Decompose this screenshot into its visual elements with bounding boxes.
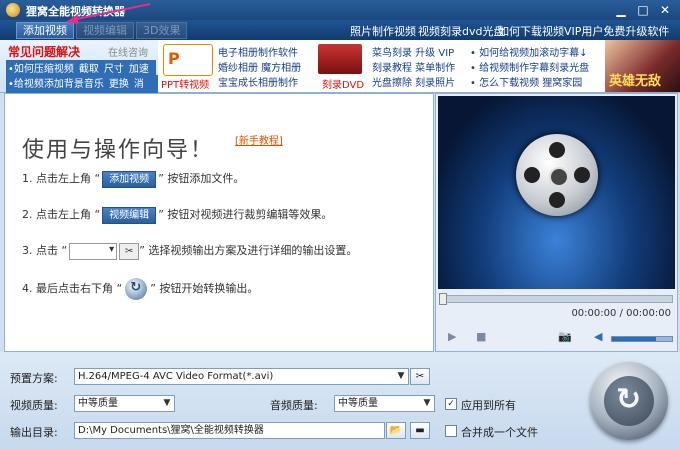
edit-video-button[interactable]: 视频编辑 — [76, 22, 134, 39]
video-quality-select[interactable]: 中等质量 ▼ — [74, 395, 175, 412]
audio-quality-label: 音频质量: — [270, 399, 318, 412]
tip-link-3[interactable]: • 怎么下载视频 狸窝家园 — [470, 74, 582, 89]
snapshot-icon[interactable]: 📷 — [558, 330, 572, 343]
app-logo-icon — [6, 3, 20, 17]
ppt-icon[interactable]: P — [163, 44, 213, 76]
add-video-button[interactable]: 添加视频 — [16, 22, 74, 39]
burn-link-1[interactable]: 菜鸟刻录 升级 VIP — [372, 44, 454, 59]
faq-link[interactable]: 更换 — [109, 79, 129, 90]
settings-tool-icon: ✂ — [119, 242, 140, 260]
chevron-down-icon: ▼ — [397, 371, 405, 381]
chevron-down-icon: ▼ — [423, 398, 431, 408]
merge-label: 合并成一个文件 — [461, 426, 538, 439]
tip-link-2[interactable]: • 给视频制作字幕刻录光盘 — [470, 59, 589, 74]
promo-banner: 常见问题解决 在线咨询 •如何压缩视频截取尺寸加速 •给视频添加背景音乐更换消音… — [0, 40, 680, 105]
seek-handle[interactable] — [439, 293, 447, 305]
preset-label: 预置方案: — [10, 372, 58, 385]
faq-link[interactable]: •给视频添加背景音乐 — [8, 79, 104, 90]
audio-quality-value: 中等质量 — [338, 398, 378, 409]
step-text: 1. 点击左上角 “ — [22, 172, 101, 185]
faq-title: 常见问题解决 — [8, 45, 81, 59]
chevron-down-icon: ▼ — [163, 398, 171, 408]
guide-step-4: 4. 最后点击右下角 “ ” 按钮开始转换输出。 — [22, 278, 258, 300]
audio-quality-select[interactable]: 中等质量 ▼ — [334, 395, 435, 412]
game-ad-image[interactable]: 英雄无敌 — [605, 40, 680, 92]
maximize-icon[interactable]: □ — [634, 2, 652, 18]
guide-heading: 使用与操作向导！ — [22, 138, 215, 163]
stop-icon[interactable]: ■ — [476, 330, 486, 343]
open-folder-icon[interactable]: ▬ — [410, 422, 430, 439]
album-link-3[interactable]: 宝宝成长相册制作 — [218, 74, 298, 89]
guide-step-3: 3. 点击 “ ✂” 选择视频输出方案及进行详细的输出设置。 — [22, 242, 357, 260]
step-text: ” 选择视频输出方案及进行详细的输出设置。 — [139, 244, 358, 257]
tip-link-1[interactable]: • 如何给视频加滚动字幕↓ — [470, 44, 587, 59]
output-dir-field[interactable]: D:\My Documents\狸窝\全能视频转换器 — [74, 422, 385, 439]
vip-upgrade-link[interactable]: VIP用户免费升级软件 — [564, 23, 669, 39]
ppt-to-video-link[interactable]: PPT转视频 — [161, 76, 209, 91]
faq-link[interactable]: 尺寸 — [104, 64, 124, 75]
faq-line-1: •如何压缩视频 截取 尺寸 加速 — [6, 60, 156, 75]
preset-sample-combo — [69, 242, 118, 260]
photo-to-video-link[interactable]: 照片制作视频 — [350, 23, 416, 39]
browse-folder-icon[interactable]: 📂 — [386, 422, 406, 439]
preset-select[interactable]: H.264/MPEG-4 AVC Video Format(*.avi) ▼ — [74, 368, 409, 385]
guide-step-2: 2. 点击左上角 “视频编辑” 按钮对视频进行裁剪编辑等效果。 — [22, 206, 332, 224]
merge-checkbox[interactable] — [445, 425, 457, 437]
preview-player: 00:00:00 / 00:00:00 ▶ ■ 📷 ◀ — [435, 93, 678, 352]
video-quality-value: 中等质量 — [78, 398, 118, 409]
burn-link-2[interactable]: 刻录教程 菜单制作 — [372, 59, 455, 74]
step-text: 4. 最后点击右下角 “ — [22, 282, 123, 295]
online-ask-link[interactable]: 在线咨询 — [108, 44, 148, 59]
pointer-arrow-icon — [66, 3, 151, 24]
apply-all-label: 应用到所有 — [461, 399, 516, 412]
guide-step-1: 1. 点击左上角 “添加视频” 按钮添加文件。 — [22, 170, 244, 188]
volume-icon[interactable]: ◀ — [594, 330, 602, 343]
edit-video-sample-button: 视频编辑 — [102, 206, 157, 224]
step-text: 3. 点击 “ — [22, 244, 68, 257]
step-text: ” 按钮开始转换输出。 — [150, 282, 259, 295]
burn-link-3[interactable]: 光盘擦除 刻录照片 — [372, 74, 455, 89]
effect-3d-button[interactable]: 3D效果 — [136, 22, 188, 39]
time-display: 00:00:00 / 00:00:00 — [571, 308, 671, 319]
ppt-icon-letter: P — [168, 49, 180, 68]
new-tutorial-link[interactable]: [新手教程] — [235, 132, 283, 147]
guide-panel: 使用与操作向导！ [新手教程] 1. 点击左上角 “添加视频” 按钮添加文件。 … — [4, 93, 434, 352]
burn-dvd-link[interactable]: 视频刻录dvd光盘 — [418, 23, 504, 39]
download-video-link[interactable]: 如何下载视频 — [498, 23, 564, 39]
step-text: ” 按钮对视频进行裁剪编辑等效果。 — [158, 208, 333, 221]
add-video-sample-button: 添加视频 — [102, 170, 157, 188]
convert-sample-icon — [125, 278, 148, 300]
minimize-icon[interactable]: ▁ — [612, 2, 630, 18]
apply-all-checkbox[interactable]: ✓ — [445, 398, 457, 410]
output-dir-value: D:\My Documents\狸窝\全能视频转换器 — [78, 425, 264, 436]
video-quality-label: 视频质量: — [10, 399, 58, 412]
output-dir-label: 输出目录: — [10, 426, 58, 439]
close-icon[interactable]: ✕ — [656, 2, 674, 18]
album-link-1[interactable]: 电子相册制作软件 — [218, 44, 298, 59]
faq-link[interactable]: 加速 — [129, 64, 149, 75]
play-icon[interactable]: ▶ — [448, 330, 456, 343]
preset-settings-button[interactable]: ✂ — [410, 368, 430, 385]
video-screen — [438, 96, 675, 289]
convert-icon: ↻ — [616, 382, 642, 417]
preset-value: H.264/MPEG-4 AVC Video Format(*.avi) — [78, 371, 274, 382]
film-reel-icon — [516, 134, 598, 216]
album-link-2[interactable]: 婚纱相册 魔方相册 — [218, 59, 301, 74]
burn-dvd-label[interactable]: 刻录DVD — [322, 76, 364, 91]
faq-panel: 常见问题解决 在线咨询 •如何压缩视频截取尺寸加速 •给视频添加背景音乐更换消音 — [0, 40, 158, 105]
faq-link[interactable]: 截取 — [79, 64, 99, 75]
dvd-icon[interactable] — [318, 44, 362, 74]
seek-bar[interactable] — [439, 293, 673, 305]
convert-button[interactable]: ↻ — [590, 362, 668, 440]
game-ad-text: 英雄无敌 — [609, 74, 662, 89]
faq-link[interactable]: •如何压缩视频 — [8, 64, 74, 75]
output-settings: 预置方案: H.264/MPEG-4 AVC Video Format(*.av… — [0, 352, 680, 450]
step-text: 2. 点击左上角 “ — [22, 208, 101, 221]
step-text: ” 按钮添加文件。 — [158, 172, 245, 185]
volume-slider[interactable] — [611, 336, 673, 342]
